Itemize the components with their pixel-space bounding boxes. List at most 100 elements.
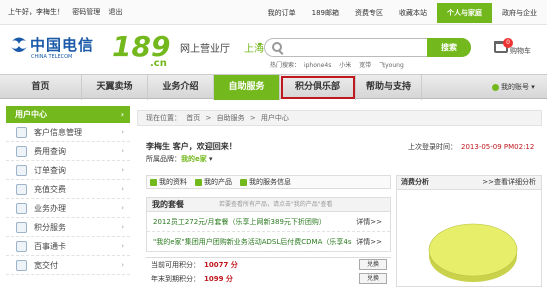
tab-my-services[interactable]: 我的服务信息 <box>240 177 291 187</box>
points-value: 1099 分 <box>204 275 233 283</box>
chevron-right-icon: › <box>121 223 124 231</box>
consumption-title: 消费分析 <box>401 178 429 186</box>
business-icon <box>16 203 27 214</box>
nav-self-service[interactable]: 自助服务 <box>214 75 280 100</box>
chevron-right-icon: › <box>121 166 124 174</box>
chevron-right-icon: › <box>121 204 124 212</box>
chevron-right-icon: › <box>121 128 124 136</box>
pie-top <box>428 223 518 277</box>
mail-link[interactable]: 189邮箱 <box>312 8 339 18</box>
search-icon <box>272 42 282 52</box>
plan-detail-link[interactable]: 详情>> <box>356 212 382 232</box>
brand-name[interactable]: 我的e家 <box>181 155 207 163</box>
sidebar-item-label: 订单查询 <box>34 166 66 175</box>
consumption-pie-chart[interactable] <box>427 204 519 287</box>
top-bar: 上午好，李梅生！ 密码管理 退出 我的订单 189邮箱 资费专区 收藏本站 个人… <box>0 0 547 25</box>
hot-searches: 热门搜索： iphone4s 小米 宽带 飞young <box>270 60 410 69</box>
sidebar-head[interactable]: 用户中心 › <box>6 106 130 123</box>
logo-english: CHINA TELECOM <box>31 54 73 60</box>
redeem-button[interactable]: 兑换 <box>359 259 387 270</box>
plan-hint: 若要查看所有产品，请点击"我的产品"查看 <box>219 201 333 208</box>
hot-term[interactable]: 飞young <box>379 62 404 69</box>
my-account[interactable]: 我的账号 ▾ <box>492 75 535 100</box>
cart-label[interactable]: 购物车 <box>510 46 531 56</box>
points-label: 当前可用积分： <box>151 261 200 269</box>
sidebar-item-order-query[interactable]: 订单查询 › <box>6 161 130 180</box>
user-name: 李梅生！ <box>36 8 64 16</box>
hot-term[interactable]: 小米 <box>339 62 351 69</box>
breadcrumb-label: 现在位置： <box>146 114 181 122</box>
nav-store[interactable]: 天翼卖场 <box>82 75 148 100</box>
header: 中国电信 CHINA TELECOM 189 .cn 网上营业厅 上海 ▾ 搜索… <box>0 26 547 74</box>
tariff-link[interactable]: 资费专区 <box>355 8 383 18</box>
redeem-button[interactable]: 兑换 <box>359 273 387 284</box>
sidebar: 用户中心 › 客户信息管理 › 费用查询 › 订单查询 › 充值交费 › 业务办理 › 积… <box>6 106 130 275</box>
breadcrumb-separator: > <box>205 114 212 122</box>
tab-label: 我的产品 <box>204 178 232 186</box>
chevron-right-icon: › <box>120 110 124 119</box>
tab-label: 我的服务信息 <box>249 178 291 186</box>
sidebar-item-bill-query[interactable]: 费用查询 › <box>6 142 130 161</box>
tab-my-profile[interactable]: 我的资料 <box>150 177 187 187</box>
orders-link[interactable]: 我的订单 <box>268 8 296 18</box>
plan-title: 我的套餐 <box>152 200 184 209</box>
plan-name[interactable]: "我的e家"集团用户团购新业务活动ADSL后付费CDMA（乐享4s <box>153 238 351 246</box>
tab-label: 我的资料 <box>159 178 187 186</box>
chevron-right-icon: › <box>121 242 124 250</box>
chevron-down-icon[interactable]: ▾ <box>258 40 262 49</box>
nav-points-club[interactable]: 积分俱乐部 <box>280 75 356 100</box>
logout-link[interactable]: 退出 <box>108 8 122 16</box>
breadcrumb: 现在位置： 首页 > 自助服务 > 用户中心 <box>137 110 542 126</box>
order-icon <box>16 165 27 176</box>
sidebar-item-card[interactable]: 百事通卡 › <box>6 237 130 256</box>
plan-header: 我的套餐 若要查看所有产品，请点击"我的产品"查看 <box>147 198 390 212</box>
sidebar-item-recharge[interactable]: 充值交费 › <box>6 180 130 199</box>
chevron-right-icon: › <box>121 261 124 269</box>
sidebar-item-label: 百事通卡 <box>34 242 66 251</box>
nav-home[interactable]: 首页 <box>0 75 82 100</box>
search-button[interactable]: 搜索 <box>427 38 471 57</box>
sidebar-item-label: 费用查询 <box>34 147 66 156</box>
welcome-text: 李梅生 客户，欢迎回来！ <box>146 142 237 151</box>
sidebar-item-label: 充值交费 <box>34 185 66 194</box>
plan-name[interactable]: 2012员工272元/月套餐（乐享上网新389元下折团购） <box>153 218 326 226</box>
chevron-right-icon: › <box>121 147 124 155</box>
personal-tab[interactable]: 个人与家庭 <box>437 2 492 23</box>
tab-my-products[interactable]: 我的产品 <box>195 177 232 187</box>
sidebar-item-business[interactable]: 业务办理 › <box>6 199 130 218</box>
hall-title: 网上营业厅 <box>180 44 230 55</box>
plan-row[interactable]: 2012员工272元/月套餐（乐享上网新389元下折团购） 详情>> <box>147 212 390 232</box>
hot-term[interactable]: iphone4s <box>304 62 331 69</box>
points-label: 年末到期积分： <box>151 275 200 283</box>
sidebar-item-customer-info[interactable]: 客户信息管理 › <box>6 123 130 142</box>
nav-business[interactable]: 业务介绍 <box>148 75 214 100</box>
sidebar-item-broadband[interactable]: 宽交付 › <box>6 256 130 275</box>
consumption-detail-link[interactable]: >>查看详细分析 <box>482 176 536 189</box>
top-bar-right: 我的订单 189邮箱 资费专区 收藏本站 个人与家庭 政府与企业 <box>268 0 547 25</box>
top-bar-left: 上午好，李梅生！ 密码管理 退出 <box>8 7 128 17</box>
breadcrumb-home[interactable]: 首页 <box>186 114 200 122</box>
last-login-label: 上次登录时间： <box>408 143 457 151</box>
nav-help[interactable]: 帮助与支持 <box>356 75 422 100</box>
bookmark-link[interactable]: 收藏本站 <box>399 8 427 18</box>
plan-row[interactable]: "我的e家"集团用户团购新业务活动ADSL后付费CDMA（乐享4s 详情>> <box>147 232 390 252</box>
check-icon <box>150 178 157 186</box>
greeting: 上午好， <box>8 8 36 16</box>
china-telecom-logo-icon[interactable] <box>8 35 30 57</box>
main-nav: 首页 天翼卖场 业务介绍 自助服务 积分俱乐部 帮助与支持 我的账号 ▾ <box>0 74 547 100</box>
chevron-right-icon: › <box>121 185 124 193</box>
plan-detail-link[interactable]: 详情>> <box>356 232 382 252</box>
consumption-header: 消费分析 >>查看详细分析 <box>397 176 541 190</box>
user-icon <box>492 83 499 91</box>
gov-tab[interactable]: 政府与企业 <box>502 8 537 18</box>
plan-box: 我的套餐 若要查看所有产品，请点击"我的产品"查看 2012员工272元/月套餐… <box>146 197 391 252</box>
points-icon <box>16 222 27 233</box>
card-icon <box>16 241 27 252</box>
broadband-icon <box>16 260 27 271</box>
sidebar-item-points[interactable]: 积分服务 › <box>6 218 130 237</box>
breadcrumb-current: 用户中心 <box>260 114 289 122</box>
password-link[interactable]: 密码管理 <box>72 8 100 16</box>
hot-label: 热门搜索： <box>270 62 301 69</box>
breadcrumb-self-service[interactable]: 自助服务 <box>217 114 245 122</box>
hot-term[interactable]: 宽带 <box>359 62 371 69</box>
